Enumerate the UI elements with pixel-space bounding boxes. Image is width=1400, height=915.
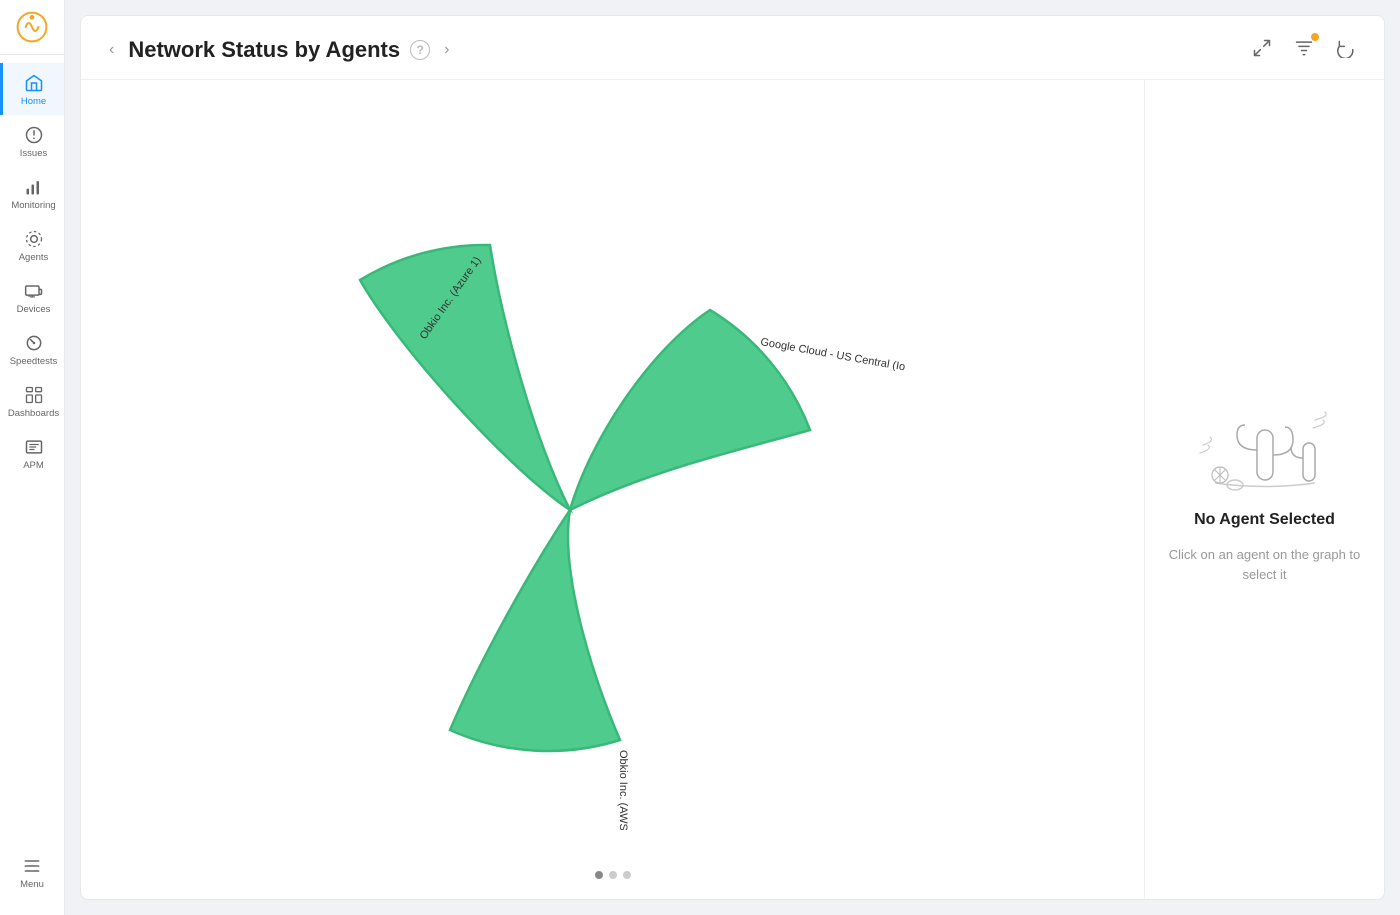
sidebar-item-devices[interactable]: Devices (0, 271, 64, 323)
agent-detail-panel: No Agent Selected Click on an agent on t… (1144, 80, 1384, 899)
sidebar-menu-button[interactable]: Menu (0, 846, 64, 900)
panel-title-area: ‹ Network Status by Agents ? › (105, 37, 453, 63)
network-chart-main[interactable]: Obkio Inc. (Azure 1) Google Cloud - US C… (230, 150, 910, 830)
monitoring-icon (24, 177, 44, 197)
apm-icon (24, 437, 44, 457)
panel-actions (1248, 34, 1360, 65)
dot-1[interactable] (595, 871, 603, 879)
expand-button[interactable] (1248, 34, 1276, 65)
no-agent-subtitle: Click on an agent on the graph to select… (1165, 545, 1364, 584)
cactus-illustration (1195, 395, 1335, 495)
help-button[interactable]: ? (410, 40, 430, 60)
sidebar-item-agents-label: Agents (19, 252, 49, 263)
pagination-dots (595, 871, 631, 879)
label-google: Google Cloud - US Central (Io (759, 336, 906, 373)
filter-button[interactable] (1290, 34, 1318, 65)
sidebar-menu-label: Menu (20, 879, 44, 890)
panel-header: ‹ Network Status by Agents ? › (81, 16, 1384, 80)
main-content: ‹ Network Status by Agents ? › (65, 0, 1400, 915)
no-agent-title: No Agent Selected (1194, 511, 1335, 529)
sidebar-item-home[interactable]: Home (0, 63, 64, 115)
refresh-button[interactable] (1332, 34, 1360, 65)
sidebar-navigation: Home Issues Monitoring (0, 55, 64, 846)
sidebar: Home Issues Monitoring (0, 0, 65, 915)
label-aws: Obkio Inc. (AWS 1 (617, 750, 629, 830)
sidebar-item-monitoring[interactable]: Monitoring (0, 167, 64, 219)
expand-icon (1252, 38, 1272, 58)
panel: ‹ Network Status by Agents ? › (80, 15, 1385, 900)
sidebar-item-dashboards[interactable]: Dashboards (0, 375, 64, 427)
page-title: Network Status by Agents (128, 37, 400, 63)
dashboards-icon (24, 385, 44, 405)
refresh-icon (1336, 38, 1356, 58)
sidebar-item-agents[interactable]: Agents (0, 219, 64, 271)
sidebar-item-apm-label: APM (23, 460, 44, 471)
panel-wrapper: ‹ Network Status by Agents ? › (65, 0, 1400, 915)
agents-icon (24, 229, 44, 249)
devices-icon (24, 281, 44, 301)
panel-body: Obkio Inc. (Azure 1) Google Cloud - US C… (81, 80, 1384, 899)
home-icon (24, 73, 44, 93)
sidebar-item-home-label: Home (21, 96, 46, 107)
prev-button[interactable]: ‹ (105, 39, 118, 61)
blade-aws[interactable] (450, 510, 620, 751)
sidebar-item-speedtests-label: Speedtests (10, 356, 58, 367)
sidebar-item-issues-label: Issues (20, 148, 47, 159)
sidebar-item-speedtests[interactable]: Speedtests (0, 323, 64, 375)
sidebar-item-monitoring-label: Monitoring (11, 200, 55, 211)
next-button[interactable]: › (440, 39, 453, 61)
filter-badge (1310, 32, 1320, 42)
sidebar-item-issues[interactable]: Issues (0, 115, 64, 167)
sidebar-bottom: Menu (0, 846, 64, 915)
sidebar-item-apm[interactable]: APM (0, 427, 64, 479)
dot-2[interactable] (609, 871, 617, 879)
sidebar-item-devices-label: Devices (17, 304, 51, 315)
sidebar-logo (0, 0, 65, 55)
menu-icon (22, 856, 42, 876)
logo-icon (16, 11, 48, 43)
sidebar-item-dashboards-label: Dashboards (8, 408, 59, 419)
issues-icon (24, 125, 44, 145)
speedtests-icon (24, 333, 44, 353)
dot-3[interactable] (623, 871, 631, 879)
chart-area[interactable]: Obkio Inc. (Azure 1) Google Cloud - US C… (81, 80, 1144, 899)
